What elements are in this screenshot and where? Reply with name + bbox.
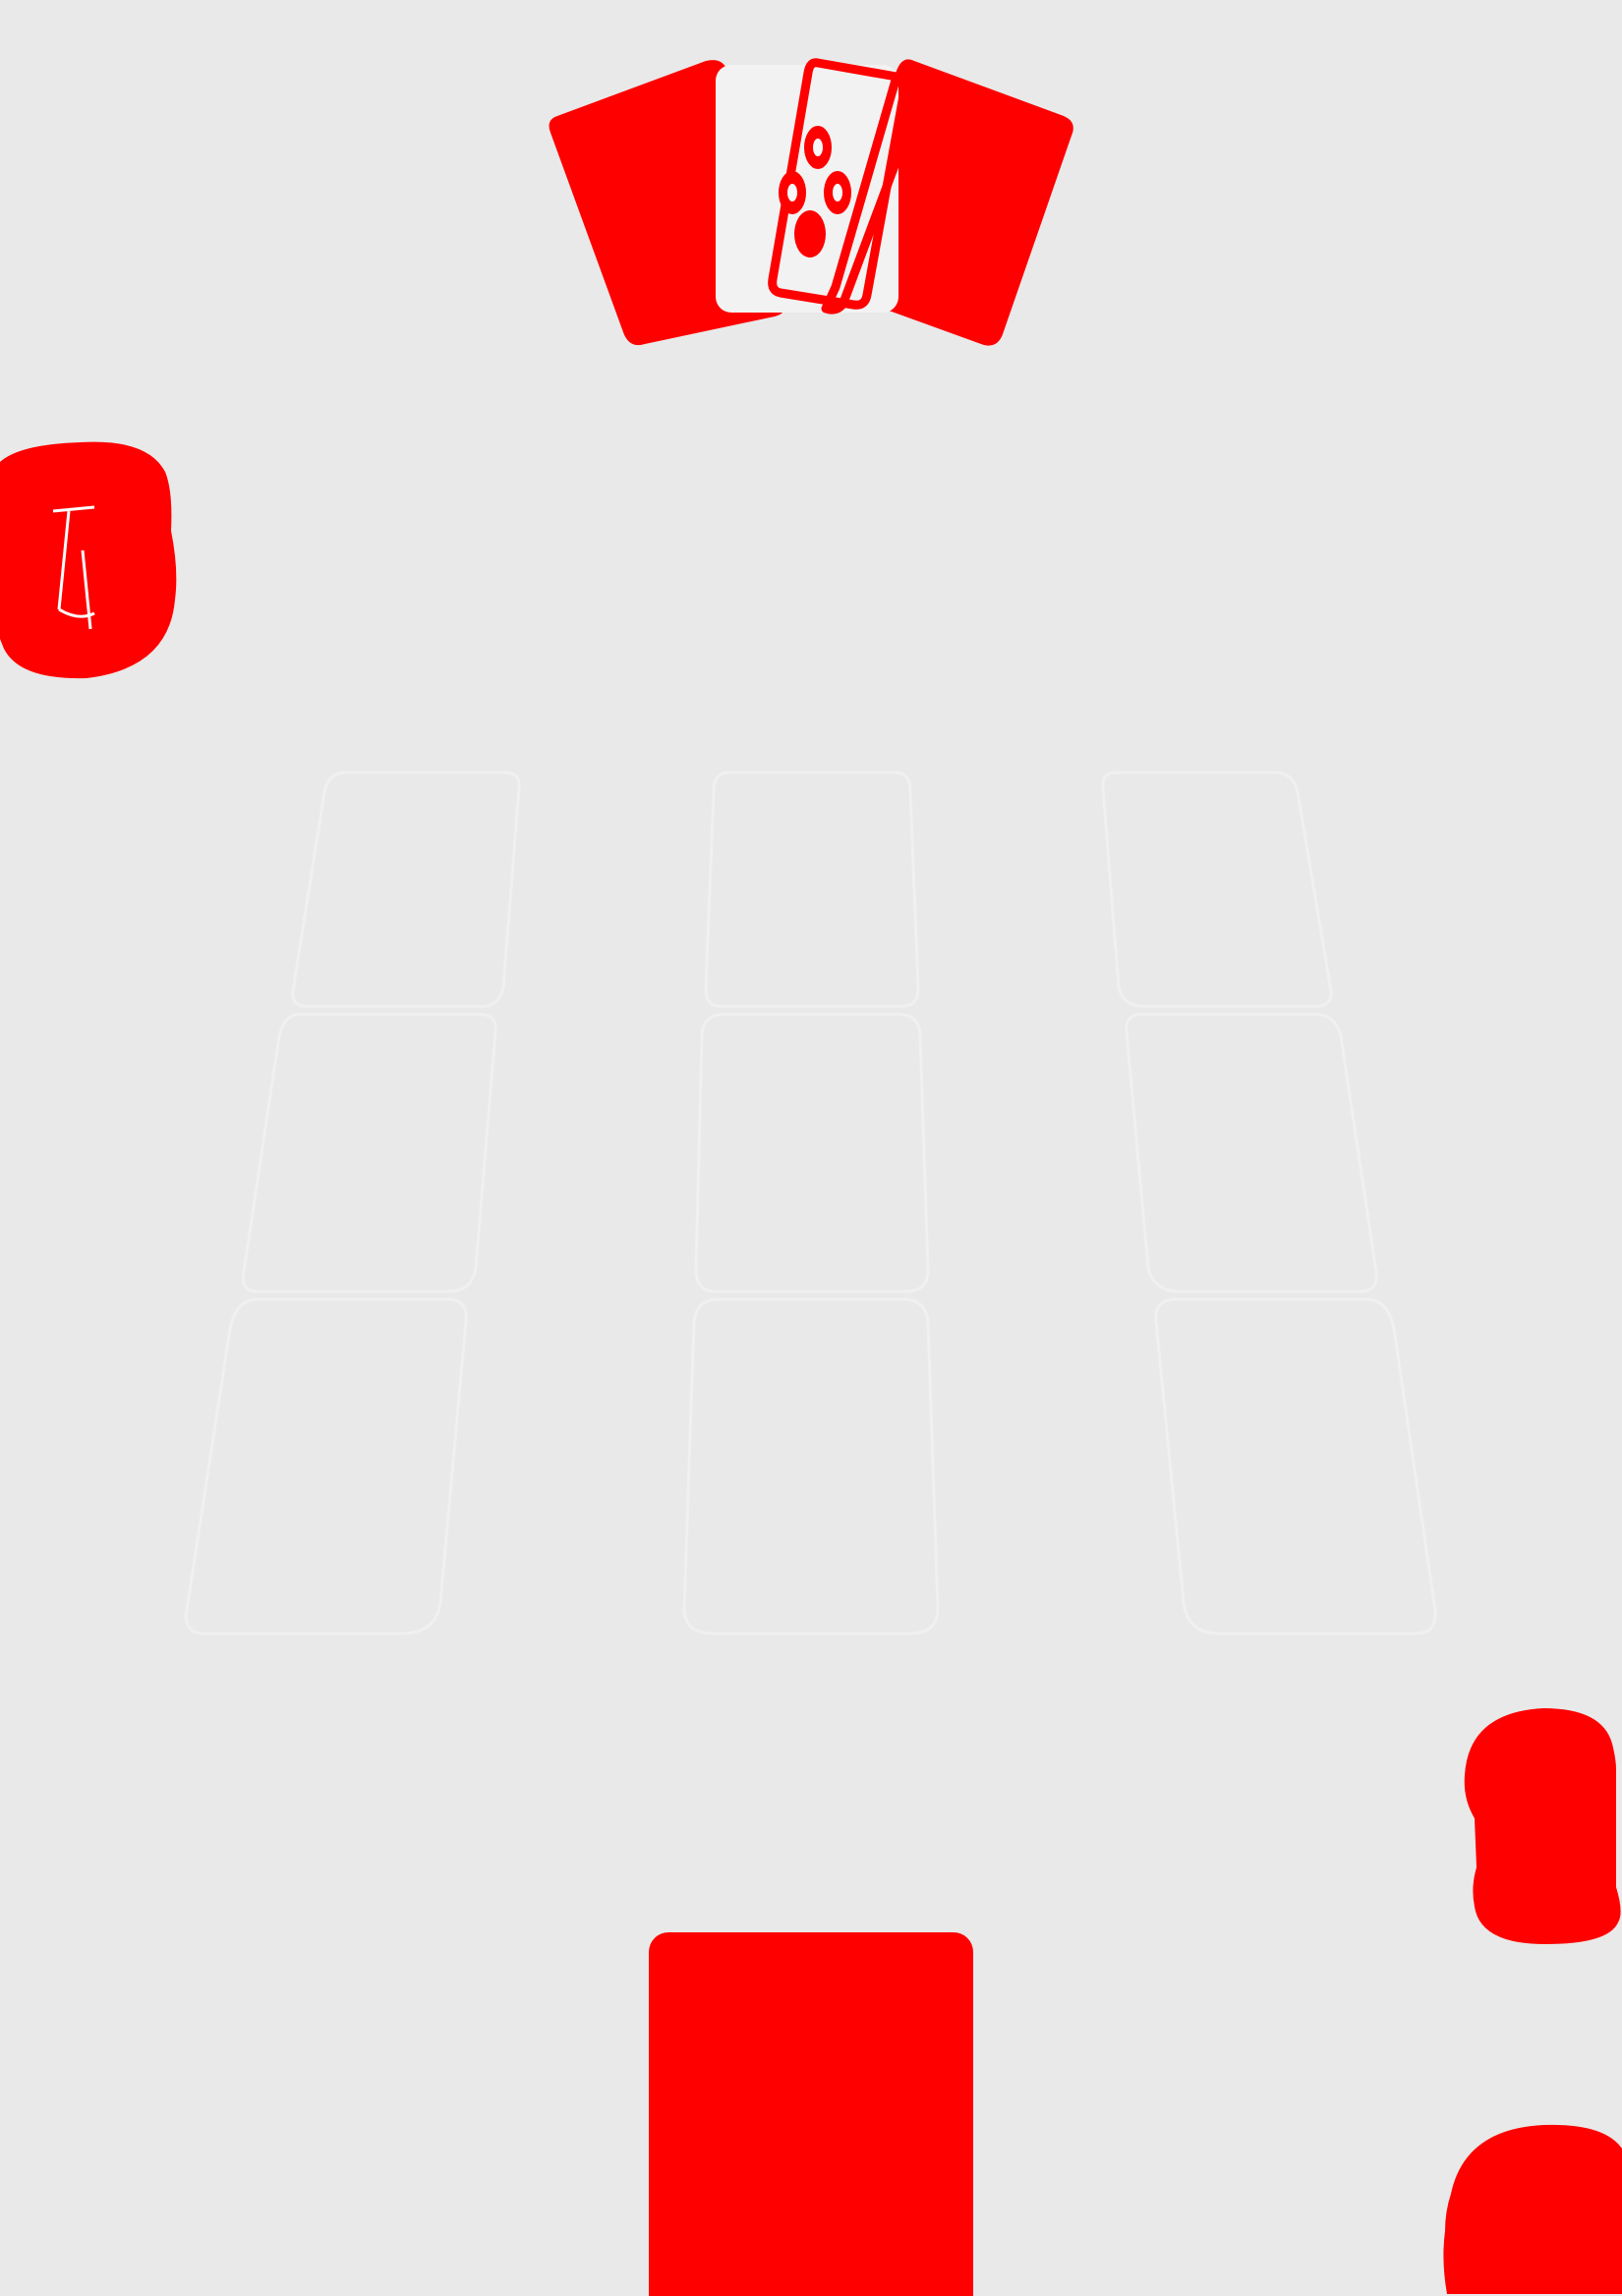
deck[interactable]: deck-icon bbox=[649, 1932, 973, 2296]
token-icon[interactable] bbox=[1443, 2124, 1622, 2294]
token-icon[interactable] bbox=[1464, 1708, 1621, 1944]
